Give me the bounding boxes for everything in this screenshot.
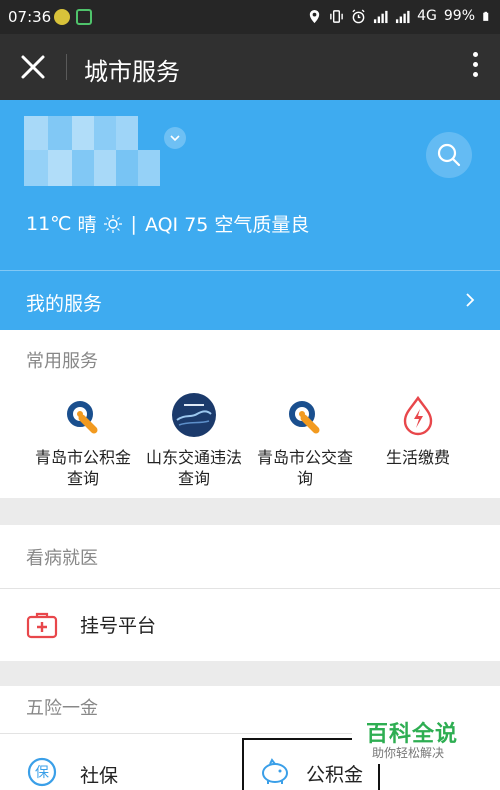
medical-section: 看病就医 挂号平台 (0, 525, 500, 661)
row-label: 挂号平台 (80, 615, 157, 637)
close-icon[interactable] (18, 52, 48, 82)
service-label: 青岛市公积金 (34, 448, 131, 467)
weather-separator: | (130, 212, 137, 235)
search-icon (437, 143, 461, 167)
section-title: 看病就医 (26, 548, 98, 569)
location-icon (309, 9, 320, 23)
service-utility-bills[interactable]: 生活缴费 (363, 392, 473, 468)
city-name-blurred[interactable] (24, 116, 160, 186)
shandong-police-badge-icon (172, 393, 216, 437)
qingdao-logo-icon (67, 401, 98, 434)
signal-icon (374, 10, 388, 23)
more-menu-icon[interactable] (470, 52, 480, 82)
city-header: 11℃ 晴 | AQI 75 空气质量良 我的服务 (0, 100, 500, 330)
section-title: 五险一金 (26, 698, 98, 719)
common-services-section: 常用服务 青岛市公积金 查询 山东交通违法 查询 青岛市公交查 询 生活缴费 (0, 330, 500, 498)
row-label: 社保 (80, 765, 119, 787)
network-type: 4G (417, 8, 437, 24)
medical-kit-icon (26, 612, 58, 639)
row-label: 公积金 (306, 764, 364, 786)
weather-aqi: AQI 75 空气质量良 (144, 214, 310, 236)
scan-notification-icon (76, 9, 92, 25)
title-divider (66, 54, 67, 80)
watermark-subtitle: 助你轻松解决 (372, 746, 445, 760)
page-title: 城市服务 (84, 58, 180, 86)
social-insurance-item[interactable]: 保 社保 (0, 734, 242, 790)
search-button[interactable] (426, 132, 472, 178)
alarm-icon (352, 8, 365, 23)
chevron-down-icon[interactable] (164, 127, 186, 149)
section-title: 常用服务 (26, 351, 98, 372)
status-time: 07:36 (8, 8, 52, 26)
service-label: 查询 (66, 469, 99, 488)
header-divider (0, 270, 500, 271)
signal-4g-icon (396, 10, 410, 23)
sun-icon (103, 214, 122, 233)
title-bar: 城市服务 (0, 34, 500, 100)
service-label: 生活缴费 (385, 448, 450, 467)
vibrate-icon (330, 9, 343, 23)
service-label: 青岛市公交查 (256, 448, 353, 467)
piggy-bank-icon (262, 758, 288, 784)
weather-condition: 晴 (77, 214, 97, 236)
service-label: 山东交通违法 (145, 448, 242, 467)
service-shandong-traffic[interactable]: 山东交通违法 查询 (139, 392, 249, 489)
weather-info: 11℃ 晴 | AQI 75 空气质量良 (26, 210, 309, 237)
battery-icon (483, 11, 489, 21)
notification-app-icon (54, 9, 70, 25)
my-services-link[interactable]: 我的服务 (26, 289, 102, 316)
service-qingdao-fund[interactable]: 青岛市公积金 查询 (28, 392, 138, 489)
weather-temp: 11℃ (26, 212, 72, 235)
social-insurance-icon: 保 (27, 757, 57, 787)
service-label: 查询 (177, 469, 210, 488)
battery-level: 99% (443, 8, 475, 24)
watermark-logo: 百科全说 助你轻松解决 (352, 714, 500, 764)
chevron-right-icon[interactable] (464, 290, 476, 310)
svg-text:保: 保 (35, 765, 49, 781)
status-bar: 07:36 4G 99% (0, 0, 500, 34)
service-label: 询 (296, 469, 313, 488)
service-qingdao-bus[interactable]: 青岛市公交查 询 (250, 392, 360, 489)
utility-bolt-icon (403, 395, 433, 436)
registration-platform-row[interactable]: 挂号平台 (0, 589, 500, 661)
qingdao-logo-icon (289, 401, 320, 434)
